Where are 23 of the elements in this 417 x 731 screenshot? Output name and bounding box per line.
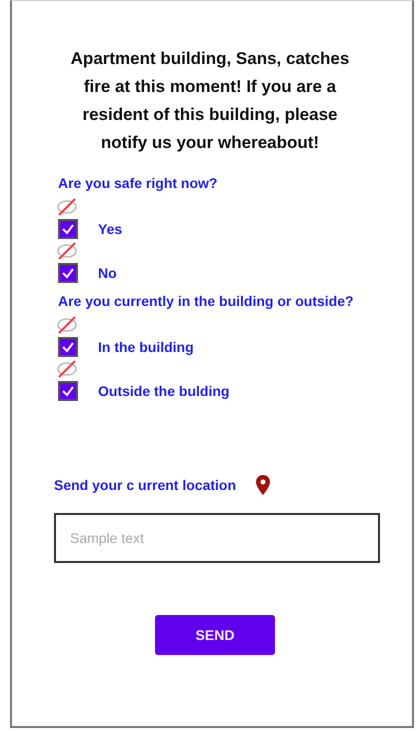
checkbox[interactable] — [58, 337, 78, 357]
send-button[interactable]: SEND — [155, 615, 275, 655]
checkbox[interactable] — [58, 263, 78, 283]
hidden-eye-icon — [56, 241, 78, 261]
check-icon — [61, 341, 75, 353]
option-label: In the building — [98, 339, 194, 355]
check-icon — [61, 385, 75, 397]
checkbox[interactable] — [58, 219, 78, 239]
option-label: Yes — [98, 221, 122, 237]
option-label: No — [98, 265, 117, 281]
location-pin-icon[interactable] — [256, 475, 270, 495]
check-icon — [61, 223, 75, 235]
location-label: Send your c urrent location — [54, 477, 236, 493]
check-icon — [61, 267, 75, 279]
checkbox[interactable] — [58, 381, 78, 401]
question-label: Are you safe right now? — [58, 175, 218, 191]
alert-heading: Apartment building, Sans, catches fire at this moment! If you are a resident of this building, please notify us your whereabout! — [70, 48, 350, 154]
option-label: Outside the bulding — [98, 383, 230, 399]
hidden-eye-icon — [56, 315, 78, 335]
question-label: Are you currently in the building or outside? — [58, 293, 355, 309]
hidden-eye-icon — [56, 197, 78, 217]
location-field[interactable]: Sample text — [54, 513, 380, 563]
hidden-eye-icon — [56, 359, 78, 379]
